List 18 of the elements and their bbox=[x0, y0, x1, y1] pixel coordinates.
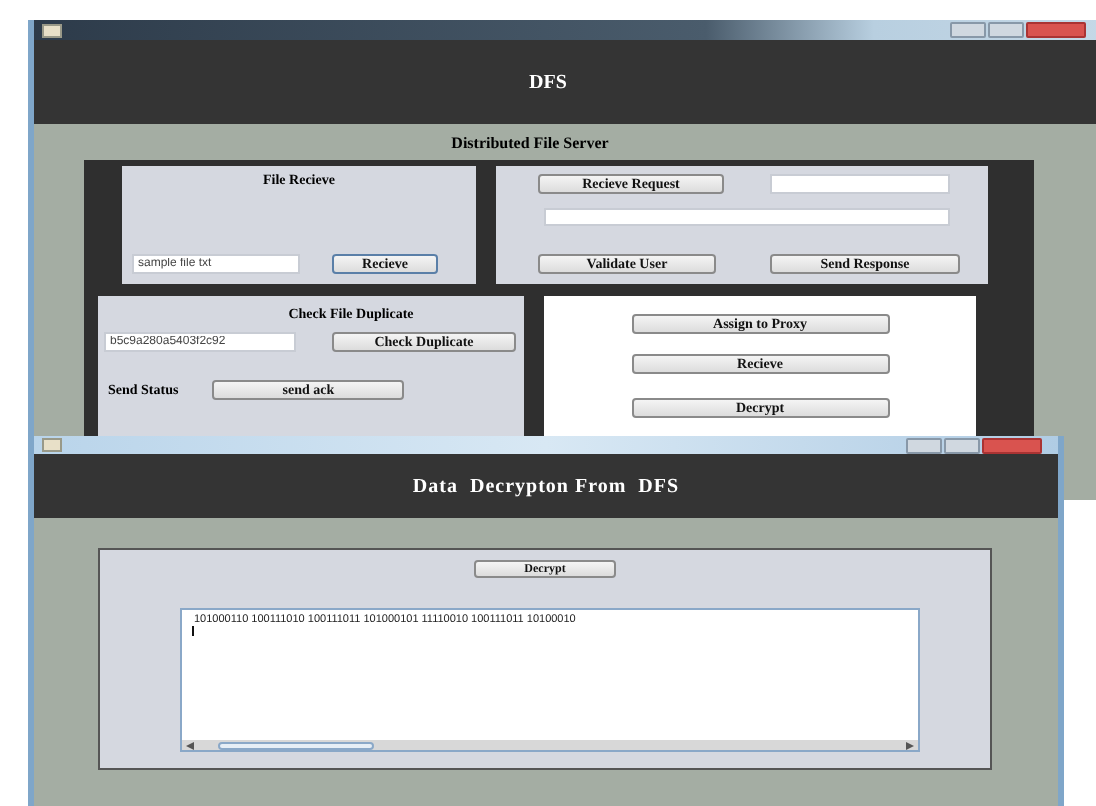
app-icon bbox=[42, 23, 62, 37]
maximize-button[interactable] bbox=[988, 22, 1024, 38]
minimize-button[interactable] bbox=[906, 437, 942, 453]
scroll-right-icon[interactable] bbox=[906, 741, 914, 749]
scroll-thumb[interactable] bbox=[218, 741, 374, 749]
close-button[interactable] bbox=[1026, 22, 1086, 38]
window-heading: DFS bbox=[529, 71, 567, 93]
request-details-field[interactable] bbox=[544, 208, 950, 226]
maximize-button[interactable] bbox=[944, 437, 980, 453]
app-icon bbox=[42, 438, 62, 452]
window-heading: Data Decrypton From DFS bbox=[412, 475, 680, 497]
minimize-button[interactable] bbox=[950, 22, 986, 38]
close-button[interactable] bbox=[982, 437, 1042, 453]
text-cursor bbox=[192, 626, 194, 636]
request-field[interactable] bbox=[770, 174, 950, 194]
scroll-left-icon[interactable] bbox=[186, 741, 194, 749]
section-title: Distributed File Server bbox=[449, 132, 611, 156]
horizontal-scrollbar[interactable] bbox=[182, 740, 918, 750]
